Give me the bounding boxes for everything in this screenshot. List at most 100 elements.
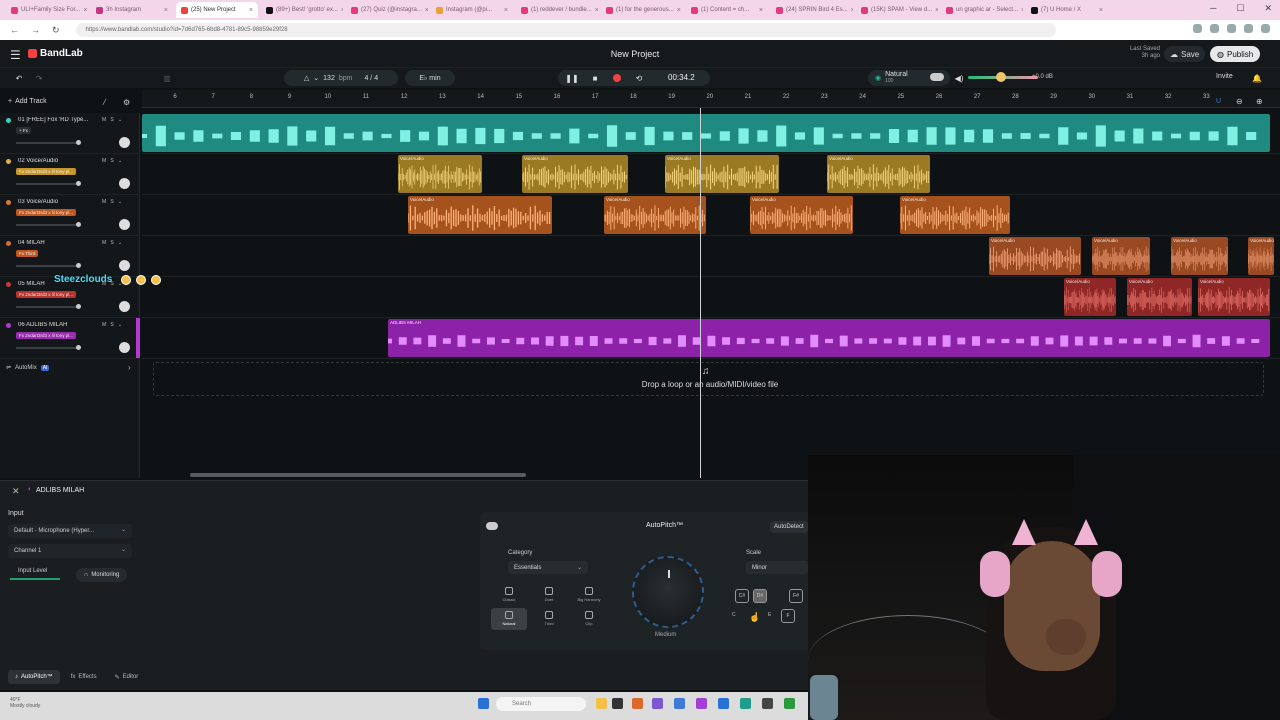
track-volume-slider[interactable] <box>16 304 81 309</box>
browser-tab[interactable]: (25) New Project × <box>176 2 258 18</box>
audio-clip[interactable]: Voice/Audio <box>750 196 853 234</box>
tab-autopitch[interactable]: ♪ AutoPitch™ <box>8 670 60 684</box>
mute-solo-buttons[interactable]: M S ⌄ <box>102 240 122 246</box>
input-channel-select[interactable]: Channel 1 ⌄ <box>8 544 132 558</box>
tab-close-icon[interactable]: × <box>595 7 598 14</box>
close-window-icon[interactable]: ✕ <box>1264 3 1272 14</box>
browser-tab[interactable]: (27) Quiz (@instagra... × <box>346 2 428 18</box>
horizontal-scrollbar[interactable] <box>190 473 526 477</box>
tab-close-icon[interactable]: × <box>677 7 681 14</box>
speaker-icon[interactable]: ◀) <box>952 71 966 85</box>
track-header[interactable]: 03 Voice/Audio Fx 2ndart3rd3 x lil tony p… <box>0 195 140 236</box>
audio-clip[interactable]: Voice/Audio <box>1064 278 1116 316</box>
files-icon[interactable] <box>596 698 607 709</box>
track-name[interactable]: 04 MILAH <box>18 240 88 246</box>
track-lane[interactable] <box>142 113 1280 154</box>
publish-button[interactable]: ◍ Publish <box>1210 46 1261 62</box>
tab-close-icon[interactable]: × <box>341 7 343 14</box>
settings-icon[interactable]: ⚙ <box>123 98 130 107</box>
autodetect-button[interactable]: AutoDetect <box>770 521 808 533</box>
track-fx-chip[interactable]: Fx 2ndart3rd3 x lil tony pl... <box>16 291 77 298</box>
scale-select[interactable]: Minor <box>746 561 808 574</box>
maximize-icon[interactable]: ☐ <box>1236 3 1244 14</box>
autopitch-preset[interactable]: Duet <box>531 584 567 606</box>
stop-icon[interactable]: ■ <box>588 71 602 85</box>
tab-close-icon[interactable]: × <box>1021 7 1023 14</box>
tab-effects[interactable]: fx Effects <box>64 670 104 684</box>
automix-row[interactable]: ⇌ AutoMix AI <box>6 364 50 371</box>
audio-clip[interactable]: Voice/Audio <box>1171 237 1228 275</box>
reload-icon[interactable]: ↻ <box>52 25 60 36</box>
taskview-icon[interactable] <box>612 698 623 709</box>
taskbar-search[interactable]: Search <box>496 697 586 711</box>
track-mic-icon[interactable] <box>6 323 11 328</box>
tab-close-icon[interactable]: × <box>851 7 853 14</box>
audio-clip[interactable]: Voice/Audio <box>522 155 628 193</box>
track-pan-knob[interactable] <box>119 219 130 230</box>
mute-solo-buttons[interactable]: M S ⌄ <box>102 322 122 328</box>
undo-icon[interactable]: ↶ <box>12 71 26 85</box>
mixer-icon[interactable]: ▥ <box>160 71 174 85</box>
app-icon[interactable] <box>652 698 663 709</box>
tab-close-icon[interactable]: × <box>759 7 763 14</box>
track-mic-icon[interactable] <box>6 159 11 164</box>
audio-clip[interactable]: ADLIBS MILAH <box>388 319 1270 357</box>
audio-clip[interactable] <box>142 114 1270 152</box>
app-icon[interactable] <box>784 698 795 709</box>
track-pan-knob[interactable] <box>119 137 130 148</box>
browser-tab[interactable]: (15K) SPAM - View d... × <box>856 2 938 18</box>
track-pan-knob[interactable] <box>119 260 130 271</box>
track-pan-knob[interactable] <box>119 178 130 189</box>
pause-icon[interactable]: ❚❚ <box>565 71 579 85</box>
audio-clip[interactable]: Voice/Audio <box>1127 278 1192 316</box>
chevron-right-icon[interactable]: › <box>128 363 131 372</box>
audio-clip[interactable]: Voice/Audio <box>604 196 706 234</box>
browser-tab[interactable]: 3h Instagram × <box>91 2 173 18</box>
track-mic-icon[interactable] <box>6 200 11 205</box>
track-fx-chip[interactable]: + Fx <box>16 127 31 134</box>
monitoring-button[interactable]: ∩ Monitoring <box>76 568 128 582</box>
track-lane[interactable]: Voice/Audio Voice/Audio Voice/Audio <box>142 277 1280 318</box>
add-track-button[interactable]: + Add Track <box>8 98 47 105</box>
browser-tab[interactable]: (89+) Best! 'grotto' ex... × <box>261 2 343 18</box>
tab-close-icon[interactable]: × <box>425 7 428 14</box>
track-fx-chip[interactable]: Fx 2ndart3rd3 x lil tony pl... <box>16 209 77 216</box>
browser-tab[interactable]: (24) SPRIN Bird 4 Es... × <box>771 2 853 18</box>
track-volume-slider[interactable] <box>16 222 81 227</box>
autopitch-preset[interactable]: Natural <box>491 608 527 630</box>
wand-icon[interactable]: ⁄ <box>104 98 105 107</box>
track-header[interactable]: 01 [FREE] Fox 'RD Type... + Fx M S ⌄ <box>0 113 140 154</box>
track-fx-chip[interactable]: Fx Third <box>16 250 39 257</box>
track-lane[interactable]: Voice/Audio Voice/Audio Voice/Audio Voice/A… <box>142 236 1280 277</box>
track-mic-icon[interactable] <box>6 241 11 246</box>
minimize-icon[interactable]: ─ <box>1210 3 1216 14</box>
close-icon[interactable]: ✕ <box>12 486 20 497</box>
browser-tab[interactable]: Instagram (@pi... × <box>431 2 513 18</box>
key-button[interactable]: F# <box>789 589 803 603</box>
browser-tab[interactable]: (1) Content = ch... × <box>686 2 768 18</box>
key-button[interactable]: C# <box>735 589 749 603</box>
tab-close-icon[interactable]: × <box>249 7 253 14</box>
loop-icon[interactable]: ⟲ <box>632 71 646 85</box>
browser-tab[interactable]: ULI+Family Size For... × <box>6 2 88 18</box>
tab-close-icon[interactable]: × <box>83 7 87 14</box>
app-icon[interactable] <box>762 698 773 709</box>
browser-tab[interactable]: (1) reddever / bundle... × <box>516 2 598 18</box>
key-button[interactable]: D# <box>753 589 767 603</box>
autopitch-preset[interactable]: Third <box>531 608 567 630</box>
autopitch-preset[interactable]: Classic <box>491 584 527 606</box>
audio-clip[interactable]: Voice/Audio <box>408 196 552 234</box>
project-title[interactable]: New Project <box>560 49 710 59</box>
app-icon[interactable] <box>674 698 685 709</box>
track-name[interactable]: 02 Voice/Audio <box>18 158 88 164</box>
mute-solo-buttons[interactable]: M S ⌄ <box>102 117 122 123</box>
track-lane[interactable]: ADLIBS MILAH <box>142 318 1280 359</box>
audio-clip[interactable]: Voice/Audio <box>1248 237 1274 275</box>
autopitch-preset[interactable]: Clip <box>571 608 607 630</box>
track-name[interactable]: 03 Voice/Audio <box>18 199 88 205</box>
invite-button[interactable]: Invite <box>1216 73 1233 80</box>
key-control[interactable]: E♭ min <box>405 70 455 86</box>
key-label[interactable]: E <box>768 612 771 618</box>
tab-close-icon[interactable]: × <box>164 7 168 14</box>
forward-icon[interactable]: → <box>31 25 40 36</box>
